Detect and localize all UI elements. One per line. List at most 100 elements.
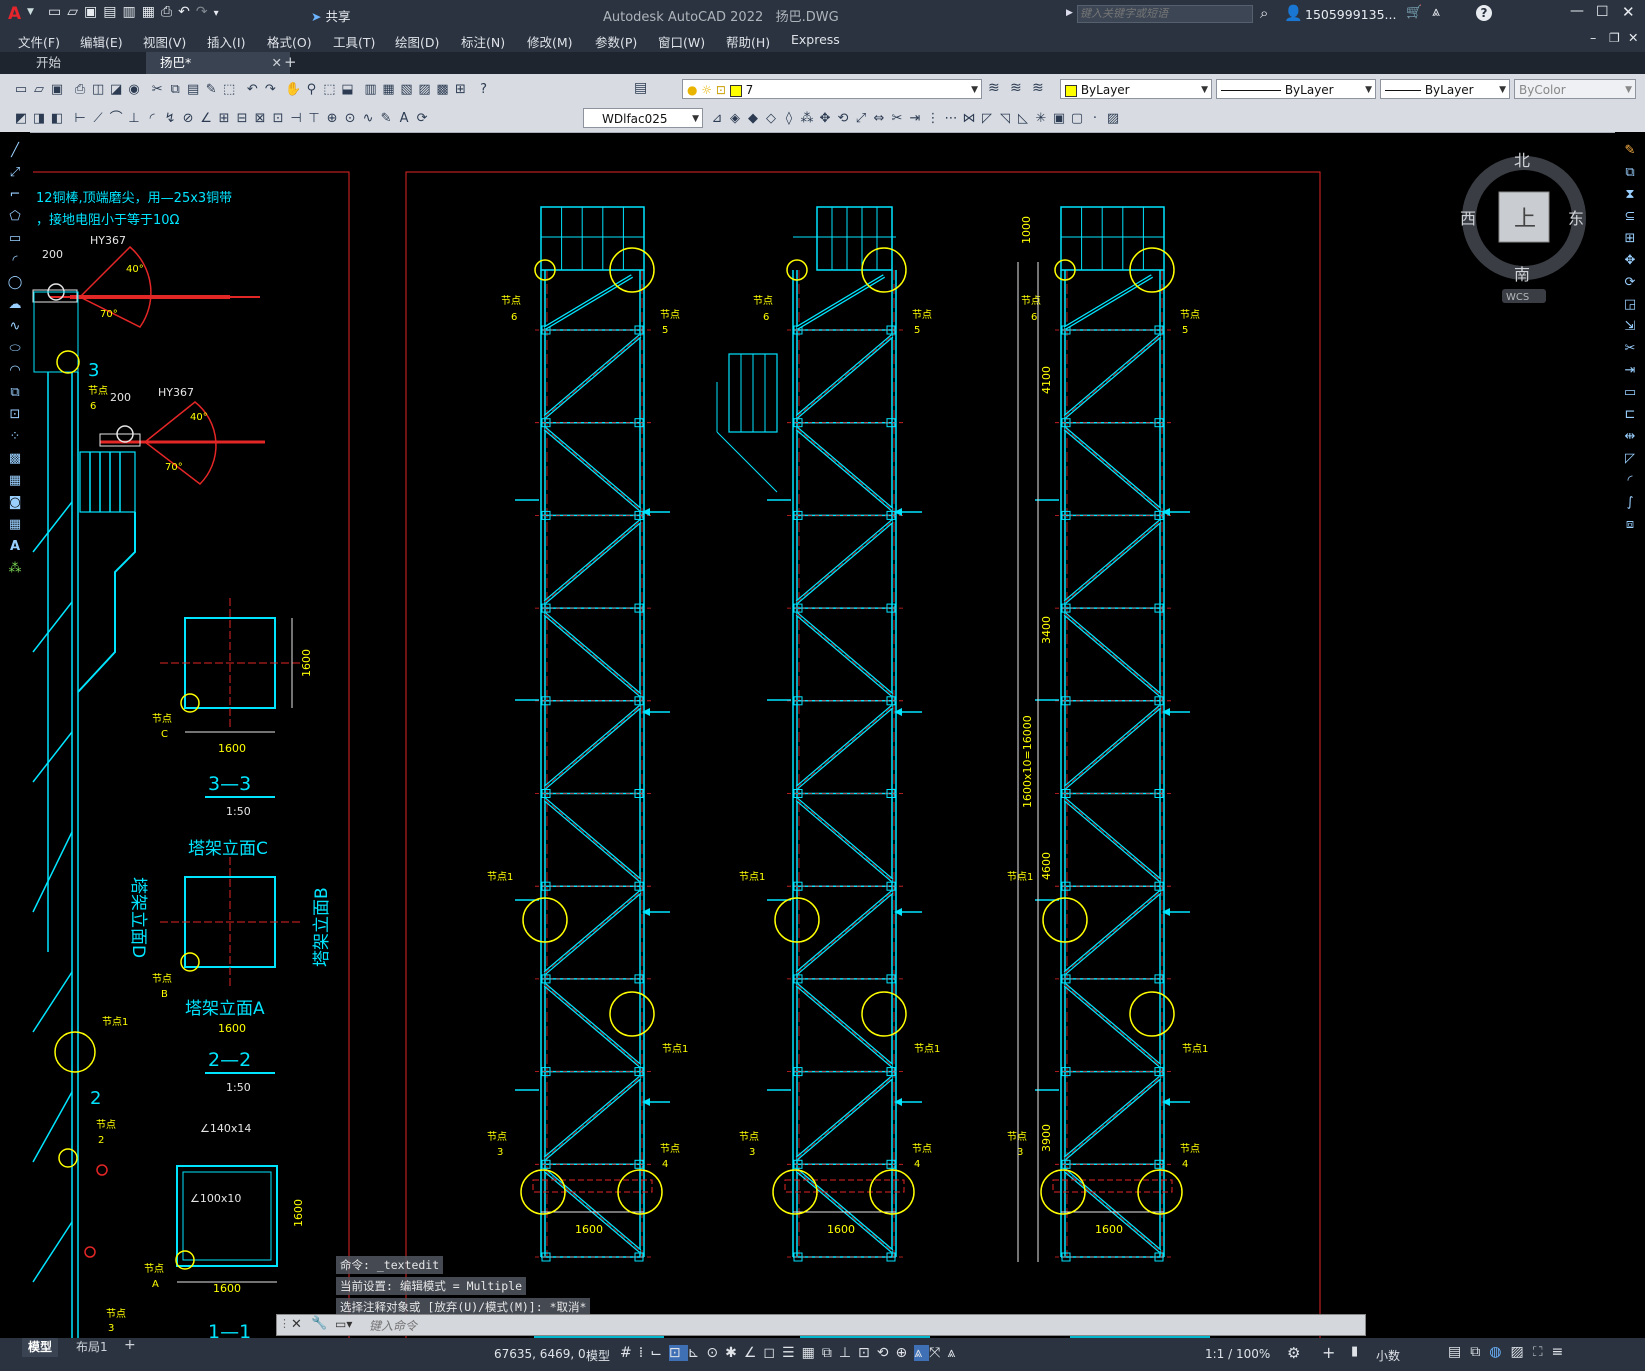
design-center-icon[interactable]: ▦ xyxy=(379,81,397,99)
menu-view[interactable]: 视图(V) xyxy=(143,32,186,51)
join-icon[interactable]: ⋈ xyxy=(960,110,978,128)
make-block-tool-icon[interactable]: ⊡ xyxy=(6,406,24,424)
rectangle-icon[interactable]: ▭ xyxy=(6,230,24,248)
insert-icon[interactable]: ⧉ xyxy=(6,384,24,402)
help-tool-icon[interactable]: ? xyxy=(475,81,493,99)
copy-side-icon[interactable]: ⧉ xyxy=(1621,164,1639,182)
drawing-tool-icon[interactable]: ◩ xyxy=(12,110,30,128)
ortho-icon[interactable]: ⊾ xyxy=(688,1345,707,1361)
tolerance-icon[interactable]: ⊤ xyxy=(305,110,323,128)
minimize-icon[interactable]: — xyxy=(1570,3,1584,19)
arc-icon[interactable]: ◜ xyxy=(6,252,24,270)
isodraft-icon[interactable]: ✱ xyxy=(725,1345,744,1361)
qnew-icon[interactable]: ▭ xyxy=(12,81,30,99)
stretch-icon[interactable]: ⇔ xyxy=(870,110,888,128)
dim-edit-icon[interactable]: ✎ xyxy=(377,110,395,128)
layer-state-icon[interactable]: ≋ xyxy=(1032,80,1044,96)
cart-icon[interactable]: 🛒 xyxy=(1406,5,1422,20)
menu-draw[interactable]: 绘图(D) xyxy=(395,32,439,51)
zoom-window-icon[interactable]: ⬚ xyxy=(320,81,338,99)
tool-palettes-icon[interactable]: ▧ xyxy=(397,81,415,99)
new-icon[interactable]: ▭ xyxy=(48,4,67,20)
menu-format[interactable]: 格式(O) xyxy=(267,32,312,51)
match-prop-icon[interactable]: ✎ xyxy=(202,81,220,99)
inspection-icon[interactable]: ⊙ xyxy=(341,110,359,128)
polygon-icon[interactable]: ⬠ xyxy=(6,208,24,226)
rotate-icon[interactable]: ⟲ xyxy=(834,110,852,128)
redo-tool-icon[interactable]: ↷ xyxy=(261,81,279,99)
markup-icon[interactable]: ▩ xyxy=(433,81,451,99)
dim-update-icon[interactable]: ⟳ xyxy=(413,110,431,128)
snap-icon[interactable]: ⁞ xyxy=(639,1345,650,1361)
object-snap-tracking-icon[interactable]: ∠ xyxy=(744,1345,764,1361)
lineweight-combo[interactable]: ByLayer ▼ xyxy=(1380,79,1510,99)
tab-start[interactable]: 开始 xyxy=(22,52,75,74)
insert-block-icon[interactable]: ▣ xyxy=(1050,110,1068,128)
command-close-icon[interactable]: ✕ xyxy=(291,1317,302,1332)
command-customize-icon[interactable]: 🔧 xyxy=(311,1316,327,1331)
infer-icon[interactable]: ⌙ xyxy=(650,1345,669,1361)
import-icon[interactable]: ▦ xyxy=(142,4,161,20)
mirror-icon[interactable]: ◇ xyxy=(762,110,780,128)
autodesk-app-icon[interactable]: ⩓ xyxy=(1432,4,1440,20)
new-layout-icon[interactable]: + xyxy=(124,1337,136,1353)
3d-osnap-icon[interactable]: ⊥ xyxy=(839,1345,858,1361)
hatch-icon[interactable]: ▨ xyxy=(1104,110,1122,128)
extend-side-icon[interactable]: ⇥ xyxy=(1621,362,1639,380)
coordinates-readout[interactable]: 67635, 6469, 0 xyxy=(494,1347,586,1361)
lineweight-toggle-icon[interactable]: ☰ xyxy=(782,1345,802,1361)
layout1-tab[interactable]: 布局1 xyxy=(70,1338,114,1357)
dim-jogged-icon[interactable]: ↯ xyxy=(161,110,179,128)
layer-manager-icon[interactable]: ▤ xyxy=(634,80,647,96)
autocad-logo-icon[interactable]: A xyxy=(8,4,21,24)
jogged-linear-icon[interactable]: ∿ xyxy=(359,110,377,128)
3d-dwf-icon[interactable]: ◉ xyxy=(125,81,143,99)
dim-arc-icon[interactable]: ⌒ xyxy=(107,110,125,128)
command-input[interactable] xyxy=(367,1317,1351,1335)
join-side-icon[interactable]: ⇹ xyxy=(1621,428,1639,446)
gizmo-icon[interactable]: ⊕ xyxy=(896,1345,915,1361)
dim-break-icon[interactable]: ⊣ xyxy=(287,110,305,128)
selection-filter-icon[interactable]: ⟲ xyxy=(877,1345,896,1361)
dim-baseline-icon[interactable]: ⊟ xyxy=(233,110,251,128)
match-tool-icon[interactable]: ◨ xyxy=(30,110,48,128)
dim-ordinate-icon[interactable]: ⊥ xyxy=(125,110,143,128)
block-editor-icon[interactable]: ⬚ xyxy=(220,81,238,99)
extend-icon[interactable]: ⇥ xyxy=(906,110,924,128)
color-combo[interactable]: ByLayer ▼ xyxy=(1060,79,1212,99)
dim-angular-icon[interactable]: ∠ xyxy=(197,110,215,128)
move-side-icon[interactable]: ✥ xyxy=(1621,252,1639,270)
isolate-objects-icon[interactable]: ◍ xyxy=(1489,1344,1510,1360)
stretch-side-icon[interactable]: ⇲ xyxy=(1621,318,1639,336)
command-grip-icon[interactable]: ⋮ xyxy=(279,1317,290,1330)
search-icon[interactable]: ⌕ xyxy=(1260,4,1268,22)
dim-radius-icon[interactable]: ◜ xyxy=(143,110,161,128)
customization-icon[interactable]: ≡ xyxy=(1552,1344,1573,1360)
hatch-tool-icon[interactable]: ▩ xyxy=(6,450,24,468)
move-icon[interactable]: ✥ xyxy=(816,110,834,128)
new-tab-icon[interactable]: + xyxy=(284,53,297,71)
add-selected-icon[interactable]: ⁂ xyxy=(6,560,24,578)
layer-combo[interactable]: ● ☼ ⊡ 7 ▼ xyxy=(682,79,982,99)
pan-icon[interactable]: ✋ xyxy=(284,81,302,99)
make-block-icon[interactable]: ▢ xyxy=(1068,110,1086,128)
break-point-side-icon[interactable]: ▭ xyxy=(1621,384,1639,402)
explode-icon[interactable]: ✳ xyxy=(1032,110,1050,128)
erase-icon[interactable]: ◈ xyxy=(726,110,744,128)
break-icon[interactable]: ⋯ xyxy=(942,110,960,128)
dimstyle-combo[interactable]: WDlfac025 ▼ xyxy=(583,108,703,128)
construction-line-icon[interactable]: ⤢ xyxy=(6,164,24,182)
viewcube[interactable]: 上 北 南 西 东 WCS xyxy=(1460,151,1586,303)
menu-insert[interactable]: 插入(I) xyxy=(207,32,245,51)
save-icon[interactable]: ▣ xyxy=(84,4,103,20)
explode-side-icon[interactable]: ⧈ xyxy=(1621,516,1639,534)
annotation-monitor-icon[interactable]: + xyxy=(1322,1343,1335,1362)
revision-cloud-icon[interactable]: ☁ xyxy=(6,296,24,314)
dim-continue-icon[interactable]: ⊠ xyxy=(251,110,269,128)
zoom-previous-icon[interactable]: ⬓ xyxy=(338,81,356,99)
doc-minimize-icon[interactable]: – xyxy=(1590,30,1596,45)
linetype-combo[interactable]: ByLayer ▼ xyxy=(1216,79,1376,99)
model-space-button[interactable]: 模型 xyxy=(586,1347,610,1364)
region-icon[interactable]: ◙ xyxy=(6,494,24,512)
mirror-side-icon[interactable]: ⧗ xyxy=(1621,186,1639,204)
